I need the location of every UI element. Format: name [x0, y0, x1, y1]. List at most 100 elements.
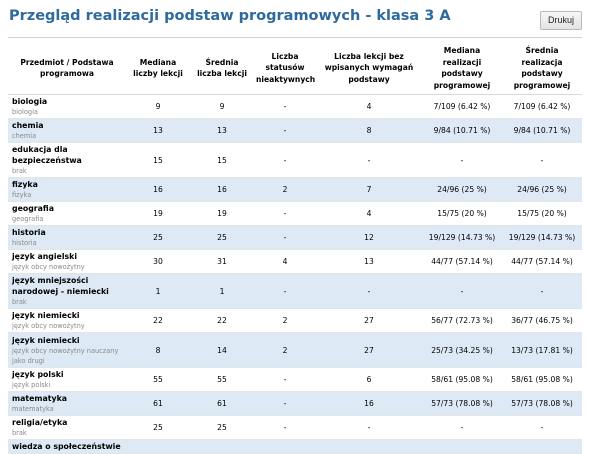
print-button[interactable]: Drukuj: [539, 11, 582, 30]
lessons-without-requirements-cell: 4: [316, 201, 422, 226]
table-row: biologia biologia 9 9-4 7/109 (6.42 %) 7/109 …: [8, 94, 582, 119]
table-header: Przedmiot / Podstawa programowa Mediana …: [8, 42, 582, 95]
subject-category: geografia: [12, 215, 44, 223]
curriculum-table: Przedmiot / Podstawa programowa Mediana …: [8, 42, 582, 454]
inactive-statuses-cell: -: [254, 391, 316, 416]
lessons-without-requirements-cell: -: [316, 273, 422, 309]
col-header-lessons-without-requirements: Liczba lekcji bez wpisanych wymagań pods…: [316, 42, 422, 95]
inactive-statuses-cell: -: [254, 367, 316, 392]
median-lessons-cell: 13: [126, 118, 190, 143]
median-lessons-cell: 61: [126, 391, 190, 416]
table-row: język niemiecki język obcy nowożytny 22 22 2…: [8, 308, 582, 333]
avg-lessons-cell: 25: [190, 225, 254, 250]
table-row: wiedza o społeczeństwie: [8, 439, 582, 454]
subject-category: matematyka: [12, 405, 54, 413]
avg-lessons-cell: 1: [190, 273, 254, 309]
median-lessons-cell: 55: [126, 367, 190, 392]
avg-lessons-cell: 14: [190, 332, 254, 368]
median-realization-cell: -: [422, 273, 502, 309]
subject-name: język niemiecki: [12, 311, 80, 320]
avg-lessons-cell: 22: [190, 308, 254, 333]
subject-category: chemia: [12, 132, 37, 140]
subject-cell: chemia chemia: [8, 118, 126, 143]
subject-category: brak: [12, 167, 27, 175]
avg-lessons-cell: [190, 439, 254, 454]
subject-name: język polski: [12, 370, 64, 379]
median-realization-cell: 19/129 (14.73 %): [422, 225, 502, 250]
avg-realization-cell: -: [502, 273, 582, 309]
subject-category: historia: [12, 239, 37, 247]
subject-cell: język mniejszości narodowej - niemiecki b…: [8, 273, 126, 309]
median-realization-cell: 56/77 (72.73 %): [422, 308, 502, 333]
avg-lessons-cell: 9: [190, 94, 254, 119]
median-realization-cell: 58/61 (95.08 %): [422, 367, 502, 392]
subject-cell: fizyka fizyka: [8, 177, 126, 202]
inactive-statuses-cell: 4: [254, 249, 316, 274]
avg-lessons-cell: 13: [190, 118, 254, 143]
subject-cell: matematyka matematyka: [8, 391, 126, 416]
subject-cell: wiedza o społeczeństwie: [8, 439, 126, 454]
lessons-without-requirements-cell: 27: [316, 332, 422, 368]
avg-realization-cell: 13/73 (17.81 %): [502, 332, 582, 368]
table-row: fizyka fizyka 16 16 2 7 24/96 (25 %) 24/96 (25 …: [8, 177, 582, 202]
median-realization-cell: [422, 439, 502, 454]
median-lessons-cell: 8: [126, 332, 190, 368]
lessons-without-requirements-cell: 6: [316, 367, 422, 392]
median-lessons-cell: 19: [126, 201, 190, 226]
subject-cell: język niemiecki język obcy nowożytny: [8, 308, 126, 333]
lessons-without-requirements-cell: 16: [316, 391, 422, 416]
subject-name: wiedza o społeczeństwie: [12, 442, 121, 451]
subject-cell: religia/etyka brak: [8, 415, 126, 440]
col-header-median-lessons: Mediana liczby lekcji: [126, 42, 190, 95]
table-row: matematyka matematyka 61 61-16 57/73 (78.08 …: [8, 391, 582, 416]
avg-lessons-cell: 61: [190, 391, 254, 416]
col-header-median-realization: Mediana realizacji podstawy programowej: [422, 42, 502, 95]
avg-lessons-cell: 15: [190, 142, 254, 178]
inactive-statuses-cell: -: [254, 225, 316, 250]
table-row: edukacja dla bezpieczeństwa brak 15 15- - - -: [8, 142, 582, 178]
subject-category: język obcy nowożytny nauczany jako drugi: [12, 346, 119, 365]
lessons-without-requirements-cell: 8: [316, 118, 422, 143]
subject-category: język polski: [12, 381, 51, 389]
avg-realization-cell: -: [502, 415, 582, 440]
subject-name: religia/etyka: [12, 418, 68, 427]
col-header-avg-lessons: Średnia liczba lekcji: [190, 42, 254, 95]
subject-name: matematyka: [12, 394, 68, 403]
subject-cell: edukacja dla bezpieczeństwa brak: [8, 142, 126, 178]
title-divider: [8, 37, 582, 38]
inactive-statuses-cell: [254, 439, 316, 454]
lessons-without-requirements-cell: 4: [316, 94, 422, 119]
subject-category: biologia: [12, 108, 38, 116]
header-row: Przedmiot / Podstawa programowa Mediana …: [8, 42, 582, 95]
subject-cell: język polski język polski: [8, 367, 126, 392]
lessons-without-requirements-cell: -: [316, 142, 422, 178]
median-lessons-cell: [126, 439, 190, 454]
avg-realization-cell: 15/75 (20 %): [502, 201, 582, 226]
avg-realization-cell: -: [502, 142, 582, 178]
subject-name: historia: [12, 228, 46, 237]
inactive-statuses-cell: -: [254, 273, 316, 309]
subject-name: geografia: [12, 204, 54, 213]
subject-category: język obcy nowożytny: [12, 263, 85, 271]
median-realization-cell: 25/73 (34.25 %): [422, 332, 502, 368]
avg-lessons-cell: 55: [190, 367, 254, 392]
table-row: religia/etyka brak 25 25- - - -: [8, 415, 582, 440]
table-row: chemia chemia 13 13-8 9/84 (10.71 %) 9/84 (10…: [8, 118, 582, 143]
avg-realization-cell: 57/73 (78.08 %): [502, 391, 582, 416]
subject-category: fizyka: [12, 191, 32, 199]
median-lessons-cell: 25: [126, 225, 190, 250]
lessons-without-requirements-cell: 7: [316, 177, 422, 202]
table-row: język polski język polski 55 55-6 58/61 (95.…: [8, 367, 582, 392]
subject-cell: biologia biologia: [8, 94, 126, 119]
subject-name: fizyka: [12, 180, 38, 189]
table-row: język niemiecki język obcy nowożytny nauc…: [8, 332, 582, 368]
median-lessons-cell: 30: [126, 249, 190, 274]
subject-name: edukacja dla bezpieczeństwa: [12, 145, 82, 165]
median-realization-cell: 57/73 (78.08 %): [422, 391, 502, 416]
median-lessons-cell: 16: [126, 177, 190, 202]
avg-lessons-cell: 25: [190, 415, 254, 440]
median-realization-cell: 44/77 (57.14 %): [422, 249, 502, 274]
avg-realization-cell: 9/84 (10.71 %): [502, 118, 582, 143]
avg-lessons-cell: 31: [190, 249, 254, 274]
col-header-inactive-statuses: Liczba statusów nieaktywnych: [254, 42, 316, 95]
